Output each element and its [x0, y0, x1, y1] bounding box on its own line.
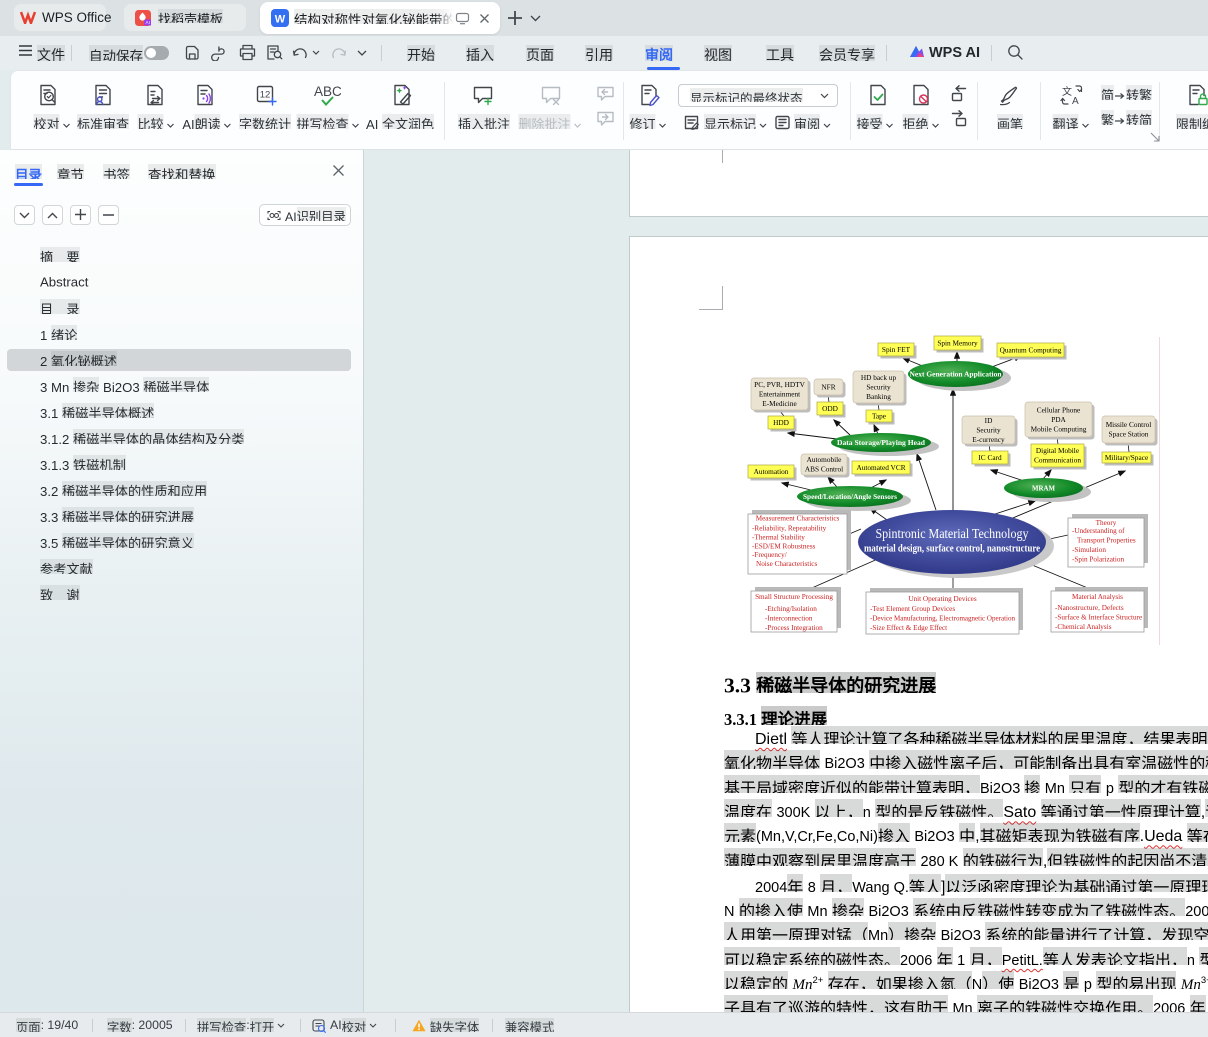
svg-text:-Frequency/: -Frequency/: [752, 551, 787, 559]
svg-text:W: W: [275, 14, 286, 26]
svg-text:Noise Characteristics: Noise Characteristics: [756, 560, 817, 568]
svg-text:Small Structure Processing: Small Structure Processing: [755, 593, 833, 601]
svg-text:IC Card: IC Card: [978, 453, 1002, 462]
svg-text:Tape: Tape: [872, 412, 886, 421]
svg-text:Theory: Theory: [1096, 519, 1117, 527]
svg-text:MRAM: MRAM: [1032, 485, 1055, 493]
svg-text:Space Station: Space Station: [1109, 430, 1149, 439]
svg-text:-Thermal Stability: -Thermal Stability: [752, 533, 805, 541]
svg-text:ODD: ODD: [822, 404, 838, 413]
svg-text:PC, PVR, HDTV: PC, PVR, HDTV: [754, 380, 805, 389]
svg-text:Unit Operating Devices: Unit Operating Devices: [908, 595, 976, 603]
svg-text:Spin Memory: Spin Memory: [937, 339, 978, 348]
svg-text:Military/Space: Military/Space: [1105, 453, 1148, 462]
svg-text:A: A: [1072, 96, 1079, 107]
svg-text:Banking: Banking: [866, 392, 891, 401]
svg-text:PDA: PDA: [1051, 415, 1066, 424]
svg-text:material design, surface contr: material design, surface control, nanost…: [864, 544, 1040, 555]
svg-text:-Chemical Analysis: -Chemical Analysis: [1055, 623, 1112, 631]
svg-text:Security: Security: [976, 426, 1001, 435]
svg-text:-Simulation: -Simulation: [1072, 546, 1106, 554]
svg-text:-Test Element Group Devices: -Test Element Group Devices: [870, 605, 955, 613]
svg-text:AI: AI: [146, 20, 150, 25]
svg-text:Material Analysis: Material Analysis: [1072, 593, 1123, 601]
svg-text:Measurement Characteristics: Measurement Characteristics: [756, 515, 840, 523]
svg-text:Cellular Phone: Cellular Phone: [1037, 406, 1081, 415]
svg-text:E-Medicine: E-Medicine: [762, 399, 796, 408]
svg-text:-Surface & Interface Structure: -Surface & Interface Structure: [1055, 614, 1142, 622]
svg-text:-Process Integration: -Process Integration: [765, 624, 823, 632]
svg-text:-Size Effect & Edge Effect: -Size Effect & Edge Effect: [870, 624, 947, 632]
svg-text:-Understanding of: -Understanding of: [1072, 527, 1125, 535]
svg-text:-Etching/Isolation: -Etching/Isolation: [765, 605, 817, 613]
svg-text:ABS Control: ABS Control: [805, 465, 843, 474]
svg-text:-Reliability, Repeatability: -Reliability, Repeatability: [752, 525, 827, 533]
svg-text:12: 12: [260, 90, 271, 101]
svg-text:Communication: Communication: [1034, 456, 1081, 465]
svg-text:Mobile Computing: Mobile Computing: [1031, 425, 1087, 434]
svg-text:-Device Manufacturing, Electro: -Device Manufacturing, Electromagnetic O…: [870, 615, 1015, 623]
svg-text:E-currency: E-currency: [972, 435, 1005, 444]
svg-text:-ESD/EM Robustness: -ESD/EM Robustness: [752, 542, 815, 550]
svg-text:文: 文: [1062, 85, 1072, 98]
svg-text:-Nanostructure, Defects: -Nanostructure, Defects: [1055, 604, 1124, 612]
svg-text:Speed/Location/Angle Sensors: Speed/Location/Angle Sensors: [803, 493, 897, 501]
svg-text:HD back up: HD back up: [861, 373, 897, 382]
svg-text:Automation: Automation: [754, 467, 789, 476]
svg-text:NFR: NFR: [821, 383, 835, 392]
svg-text:ABC: ABC: [314, 84, 342, 99]
svg-text:Data Storage/Playing Head: Data Storage/Playing Head: [837, 438, 926, 447]
svg-text:Automated VCR: Automated VCR: [856, 463, 905, 472]
svg-text:Missile Control: Missile Control: [1106, 420, 1152, 429]
svg-text:Digital Mobile: Digital Mobile: [1036, 446, 1079, 455]
svg-text:Transport Properties: Transport Properties: [1077, 537, 1136, 545]
svg-text:Spin FET: Spin FET: [882, 345, 911, 354]
svg-text:-Spin Polarization: -Spin Polarization: [1072, 556, 1125, 564]
svg-text:Spintronic Material Technology: Spintronic Material Technology: [876, 527, 1029, 542]
svg-text:Security: Security: [866, 383, 891, 392]
svg-text:HDD: HDD: [773, 418, 789, 427]
svg-text:Automobile: Automobile: [807, 455, 842, 464]
svg-text:Entertainment: Entertainment: [759, 390, 800, 399]
svg-text:Next Generation Application: Next Generation Application: [910, 370, 1003, 379]
svg-text:ID: ID: [985, 416, 993, 425]
svg-text:Quantum Computing: Quantum Computing: [1000, 346, 1062, 355]
svg-text:-Interconnection: -Interconnection: [765, 615, 813, 623]
